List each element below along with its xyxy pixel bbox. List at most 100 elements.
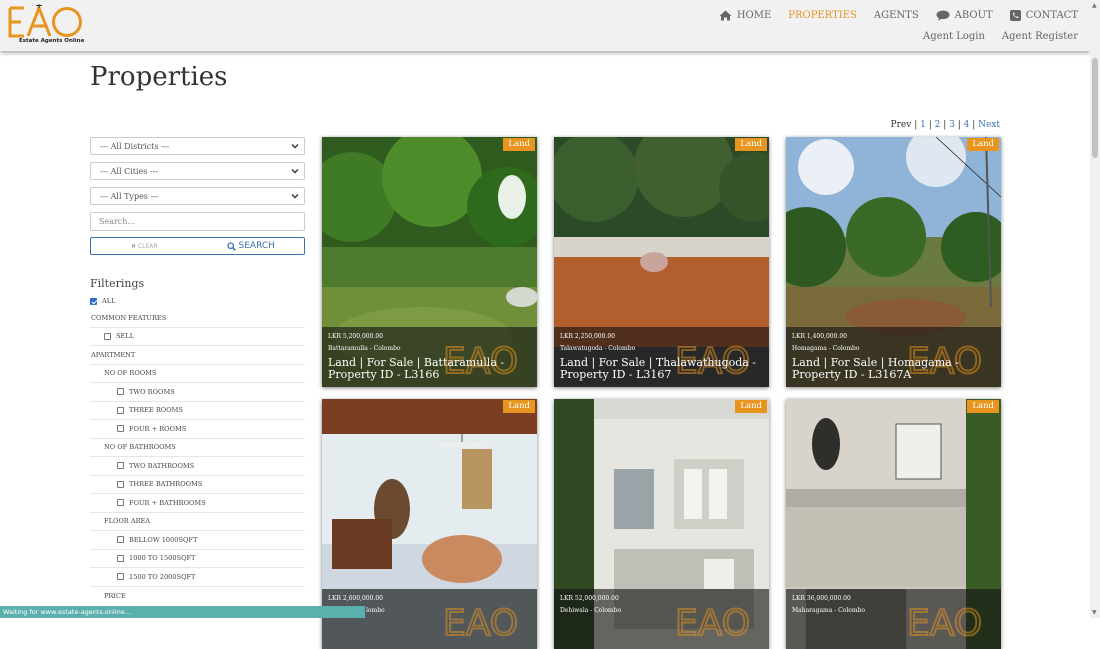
filterings-heading: Filterings: [90, 277, 145, 290]
nav-home-label: HOME: [736, 10, 772, 21]
eao-logo[interactable]: Estate Agents Online: [6, 4, 86, 48]
checkbox-icon[interactable]: [117, 573, 124, 581]
pagination-page-2[interactable]: 2: [935, 120, 941, 130]
filter-sell[interactable]: SELL: [90, 328, 305, 346]
chevron-down-icon: [291, 192, 299, 202]
nav-properties-label: PROPERTIES: [788, 10, 857, 21]
type-select-value: --- All Types ---: [100, 191, 159, 201]
listing-location: Dehiwala - Colombo: [560, 607, 622, 614]
property-card[interactable]: Land EAO LKR 5,200,000.00 Battaramulla -…: [322, 137, 537, 387]
scroll-up-icon[interactable]: ▲: [1092, 2, 1097, 9]
page-title: Properties: [90, 62, 228, 92]
nav-home[interactable]: HOME: [719, 10, 771, 21]
filter-group-label: NO OF BATHROOMS: [104, 443, 176, 452]
top-navbar: Estate Agents Online HOME PROPERTIES AGE…: [0, 0, 1090, 51]
listing-type-badge: Land: [503, 400, 535, 413]
checkbox-icon[interactable]: [117, 388, 124, 396]
nav-contact[interactable]: CONTACT: [1009, 10, 1078, 21]
checkbox-checked-icon[interactable]: [90, 297, 97, 305]
page-scrollbar[interactable]: ▲ ▼: [1090, 0, 1100, 618]
filter-group-label: NO OF ROOMS: [104, 369, 157, 378]
filter-all-label: ALL: [102, 297, 116, 305]
listing-type-badge: Land: [735, 138, 767, 151]
search-button-label: SEARCH: [238, 241, 275, 251]
listing-location: Maharagama - Colombo: [792, 607, 866, 614]
filter-all[interactable]: ALL: [90, 293, 305, 309]
filter-two-rooms[interactable]: TWO ROOMS: [90, 383, 305, 402]
pagination-page-1[interactable]: 1: [920, 120, 926, 130]
pagination-page-3[interactable]: 3: [949, 120, 955, 130]
filter-option-label: TWO BATHROOMS: [129, 461, 195, 470]
filter-sell-label: SELL: [116, 332, 135, 341]
checkbox-icon[interactable]: [117, 462, 124, 470]
city-select[interactable]: --- All Cities ---: [90, 162, 305, 180]
filter-two-bathrooms[interactable]: TWO BATHROOMS: [90, 457, 305, 476]
district-select[interactable]: --- All Districts ---: [90, 137, 305, 155]
nav-contact-label: CONTACT: [1025, 10, 1078, 21]
svg-text:EAO: EAO: [907, 603, 982, 644]
checkbox-icon[interactable]: [117, 425, 124, 433]
agent-login-link[interactable]: Agent Login: [923, 31, 985, 42]
pagination-prev[interactable]: Prev: [891, 120, 912, 130]
filter-option-label: THREE BATHROOMS: [129, 480, 203, 489]
listing-title[interactable]: Land | For Sale | Thalawathugoda - Prope…: [560, 357, 763, 380]
property-card[interactable]: Land EAO LKR 52,000,000.00 Dehiwala - Co…: [554, 399, 769, 649]
eao-watermark-icon: EAO: [674, 602, 751, 645]
nav-agents-label: AGENTS: [873, 10, 919, 21]
district-select-value: --- All Districts ---: [100, 141, 170, 151]
listing-price: LKR 36,000,000.00: [792, 595, 851, 602]
property-card[interactable]: Land EAO LKR 36,000,000.00 Maharagama - …: [786, 399, 1001, 649]
filter-group-floor-area: FLOOR AREA: [90, 513, 305, 531]
checkbox-icon[interactable]: [117, 554, 124, 562]
listing-location: Battaramulla - Colombo: [328, 345, 401, 352]
comment-icon: [936, 10, 950, 21]
listing-price: LKR 1,400,000.00: [792, 333, 847, 340]
filter-four-bathrooms[interactable]: FOUR + BATHROOMS: [90, 494, 305, 513]
city-select-value: --- All Cities ---: [100, 166, 159, 176]
listing-type-badge: Land: [967, 400, 999, 413]
browser-status-bar: Waiting for www.estate-agents.online...: [0, 606, 365, 618]
pagination-next[interactable]: Next: [978, 120, 1000, 130]
type-select[interactable]: --- All Types ---: [90, 187, 305, 205]
filter-four-rooms[interactable]: FOUR + ROOMS: [90, 420, 305, 439]
agent-nav: Agent Login Agent Register: [906, 31, 1078, 42]
nav-about-label: ABOUT: [954, 10, 993, 21]
search-button-group: ✖ CLEAR SEARCH: [90, 237, 305, 255]
filter-1500-2000[interactable]: 1500 TO 2000SQFT: [90, 568, 305, 587]
pagination-page-4[interactable]: 4: [964, 120, 970, 130]
nav-agents[interactable]: AGENTS: [874, 10, 919, 21]
nav-properties[interactable]: PROPERTIES: [788, 10, 857, 21]
listing-title[interactable]: Land | For Sale | Homagama - Property ID…: [792, 357, 995, 380]
agent-register-link[interactable]: Agent Register: [1002, 31, 1078, 42]
scroll-down-icon[interactable]: ▼: [1092, 609, 1097, 616]
search-input[interactable]: Search...: [90, 212, 305, 231]
home-icon: [719, 10, 732, 21]
filter-option-label: 1500 TO 2000SQFT: [129, 572, 196, 581]
clear-button[interactable]: ✖ CLEAR: [91, 238, 198, 254]
filter-bellow-1000[interactable]: BELLOW 1000SQFT: [90, 531, 305, 550]
filter-three-rooms[interactable]: THREE ROOMS: [90, 402, 305, 420]
listing-price: LKR 2,600,000.00: [328, 595, 383, 602]
filter-1000-1500[interactable]: 1000 TO 1500SQFT: [90, 550, 305, 568]
checkbox-icon[interactable]: [117, 480, 124, 488]
filter-option-label: FOUR + ROOMS: [129, 424, 187, 433]
filter-three-bathrooms[interactable]: THREE BATHROOMS: [90, 476, 305, 494]
listing-title[interactable]: Land | For Sale | Battaramulla - Propert…: [328, 357, 531, 380]
checkbox-icon[interactable]: [117, 499, 124, 507]
filter-option-label: BELLOW 1000SQFT: [129, 535, 198, 544]
nav-about[interactable]: ABOUT: [936, 10, 993, 21]
property-card[interactable]: Land EAO LKR 2,250,000.00 Talawatugoda -…: [554, 137, 769, 387]
eao-watermark-icon: EAO: [442, 602, 519, 645]
main-nav: HOME PROPERTIES AGENTS ABOUT CONTACT: [702, 10, 1078, 21]
search-button[interactable]: SEARCH: [198, 238, 305, 254]
filter-option-label: FOUR + BATHROOMS: [129, 498, 206, 507]
scroll-thumb[interactable]: [1092, 58, 1098, 158]
property-card[interactable]: Land EAO LKR 1,400,000.00 Homagama - Col…: [786, 137, 1001, 387]
eao-watermark-icon: EAO: [906, 602, 983, 645]
filter-sidebar: --- All Districts --- --- All Cities ---…: [90, 137, 305, 605]
checkbox-icon[interactable]: [104, 332, 111, 340]
checkbox-icon[interactable]: [117, 406, 124, 414]
svg-text:EAO: EAO: [443, 603, 518, 644]
chevron-down-icon: [291, 142, 299, 152]
checkbox-icon[interactable]: [117, 536, 124, 544]
